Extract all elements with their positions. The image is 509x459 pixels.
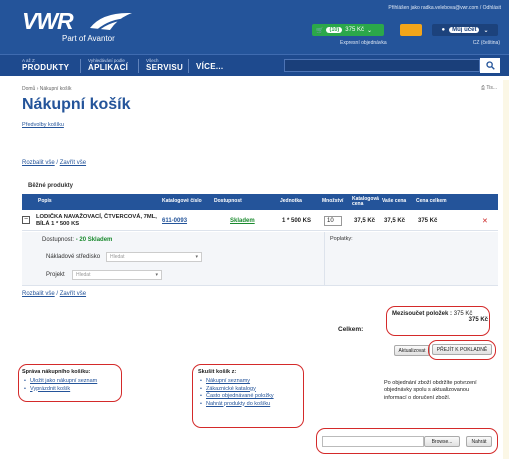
total-label: Celkem: [338, 326, 364, 333]
stock-count: - 20 Skladem [75, 237, 113, 243]
table-row: − LODIČKA NAVAŽOVACÍ, ČTVERCOVÁ, 7ML, BÍ… [22, 211, 498, 231]
col-quantity: Množství [322, 198, 344, 205]
col-list-price: Katalogová cena [352, 195, 379, 207]
expand-collapse-top: Rozbalit vše / Zavřít vše [22, 160, 86, 166]
details-divider [324, 232, 325, 286]
manage-cart-box: Správa nákupního košíku: Uložit jako nák… [22, 369, 97, 393]
project-label: Projekt [46, 272, 65, 278]
nav-applications[interactable]: Vyhledávání podle APLIKACÍ [88, 58, 128, 72]
logo-text: VWR [22, 8, 74, 34]
subtotal-label: Mezisoučet položek : [392, 311, 453, 317]
chevron-down-icon: ▾ [155, 272, 158, 278]
chevron-down-icon: ⌄ [366, 27, 372, 34]
shopping-lists-link[interactable]: Nákupní seznamy [200, 378, 274, 384]
print-button[interactable]: ⎙ Tis... [481, 85, 497, 91]
manage-cart-title: Správa nákupního košíku: [22, 369, 91, 375]
collapse-all-link[interactable]: Zavřít vše [60, 160, 86, 166]
upload-products-link[interactable]: Nahrát produkty do košíku [200, 401, 274, 407]
printer-icon: ⎙ [481, 85, 486, 91]
expand-collapse-bottom: Rozbalit vše / Zavřít vše [22, 291, 86, 297]
logo-subtitle: Part of Avantor [62, 34, 115, 43]
nav-services[interactable]: Všech SERVISU [146, 58, 183, 72]
nav-products[interactable]: A až Z PRODUKTY [22, 58, 69, 72]
file-path-input[interactable] [322, 436, 424, 447]
project-select[interactable]: Hledat ▾ [72, 270, 162, 280]
cart-button[interactable]: 🛒 (10) 375 Kč ⌄ [312, 24, 384, 36]
my-account-label: Můj účet [449, 27, 480, 33]
site-header: VWR Part of Avantor Přihlášen jako radka… [0, 0, 509, 54]
nav-separator [138, 59, 139, 73]
detail-availability: Dostupnost: - 20 Skladem [42, 237, 113, 243]
fill-cart-title: Skušit košík z: [198, 369, 237, 375]
item-catalog-link[interactable]: 611-0093 [162, 211, 187, 231]
item-unit: 1 * 500 KS [282, 218, 312, 224]
account-top-links[interactable]: Přihlášen jako radka.velebova@vwr.com / … [388, 5, 501, 11]
breadcrumb[interactable]: Domů › Nákupní košík [22, 86, 71, 92]
user-icon: ● [441, 27, 446, 33]
chevron-down-icon: ▾ [195, 254, 198, 260]
update-button[interactable]: Aktualizovat [394, 345, 430, 356]
close-icon: ✕ [482, 218, 488, 225]
logo-swoosh-icon [90, 12, 132, 31]
cart-total: 375 Kč [345, 27, 364, 33]
page-edge-strip [503, 80, 509, 459]
item-total: 375 Kč [418, 218, 438, 224]
col-unit: Jednotka [280, 198, 302, 205]
cost-center-label: Nákladové středisko [46, 254, 101, 260]
page-title: Nákupní košík [22, 96, 131, 113]
cart-preferences-link[interactable]: Předvolby košíku [22, 122, 64, 128]
header-sublinks: Expresní objednávka CZ (čeština) [340, 40, 500, 46]
subtotal: Mezisoučet položek : 375 Kč 375 Kč [392, 311, 488, 323]
expand-all-link[interactable]: Rozbalit vše [22, 160, 55, 166]
search-input[interactable] [284, 59, 480, 72]
nav-separator [80, 59, 81, 73]
col-your-price: Vaše cena [382, 198, 407, 205]
item-details-panel: Dostupnost: - 20 Skladem Nákladové střed… [22, 232, 498, 286]
nav-separator [188, 59, 189, 73]
quantity-input[interactable]: 10 [324, 216, 342, 226]
fill-cart-box: Skušit košík z: Nákupní seznamy Zákaznic… [198, 369, 274, 408]
empty-cart-link[interactable]: Vyprázdnit košík [24, 386, 97, 392]
vwr-logo[interactable]: VWR Part of Avantor [22, 8, 142, 48]
cost-center-select[interactable]: Hledat ▾ [106, 252, 202, 262]
row-expand-toggle[interactable]: − [22, 216, 30, 224]
notifications-button[interactable] [400, 24, 422, 36]
item-description: LODIČKA NAVAŽOVACÍ, ČTVERCOVÁ, 7ML, BÍLÁ… [36, 214, 157, 227]
search-icon [485, 61, 495, 70]
col-total: Cena celkem [416, 198, 447, 205]
frequent-items-link[interactable]: Často objednávané položky [200, 393, 274, 399]
col-description: Popis [38, 198, 52, 205]
item-availability-link[interactable]: Skladem [230, 211, 255, 231]
item-list-price: 37,5 Kč [354, 218, 376, 224]
express-order-link[interactable]: Expresní objednávka [340, 40, 387, 46]
cart-table-header: Popis Katalogové číslo Dostupnost Jednot… [22, 194, 498, 210]
my-account-button[interactable]: ● Můj účet ⌄ [432, 24, 498, 36]
upload-button[interactable]: Nahrát [466, 436, 492, 447]
expand-separator: / [56, 160, 59, 166]
search-button[interactable] [480, 58, 500, 73]
expand-separator: / [56, 291, 59, 297]
fees-label: Poplatky: [330, 236, 353, 242]
remove-item-button[interactable]: ✕ [482, 211, 488, 231]
col-availability: Dostupnost [214, 198, 242, 205]
customer-catalogs-link[interactable]: Zákaznické katalogy [200, 386, 274, 392]
checkout-button[interactable]: PŘEJÍT K POKLADNĚ [432, 344, 492, 355]
collapse-all-link[interactable]: Zavřít vše [60, 291, 86, 297]
section-title: Běžné produkty [28, 183, 74, 189]
save-as-list-link[interactable]: Uložit jako nákupní seznam [24, 378, 97, 384]
language-link[interactable]: CZ (čeština) [473, 40, 500, 46]
order-confirmation-note: Po objednání zboží obdržíte potvrzení ob… [384, 380, 477, 401]
quantity-cell: 10 [324, 211, 342, 231]
col-catalog: Katalogové číslo [162, 198, 202, 205]
browse-button[interactable]: Browse... [424, 436, 460, 447]
subtotal-value-bold: 375 Kč [468, 317, 488, 323]
item-your-price: 37,5 Kč [384, 218, 406, 224]
chevron-down-icon: ⌄ [483, 27, 489, 34]
cart-count: (10) [326, 27, 343, 33]
expand-all-link[interactable]: Rozbalit vše [22, 291, 55, 297]
cart-icon: 🛒 [316, 27, 324, 34]
nav-more[interactable]: VÍCE... [196, 62, 223, 71]
